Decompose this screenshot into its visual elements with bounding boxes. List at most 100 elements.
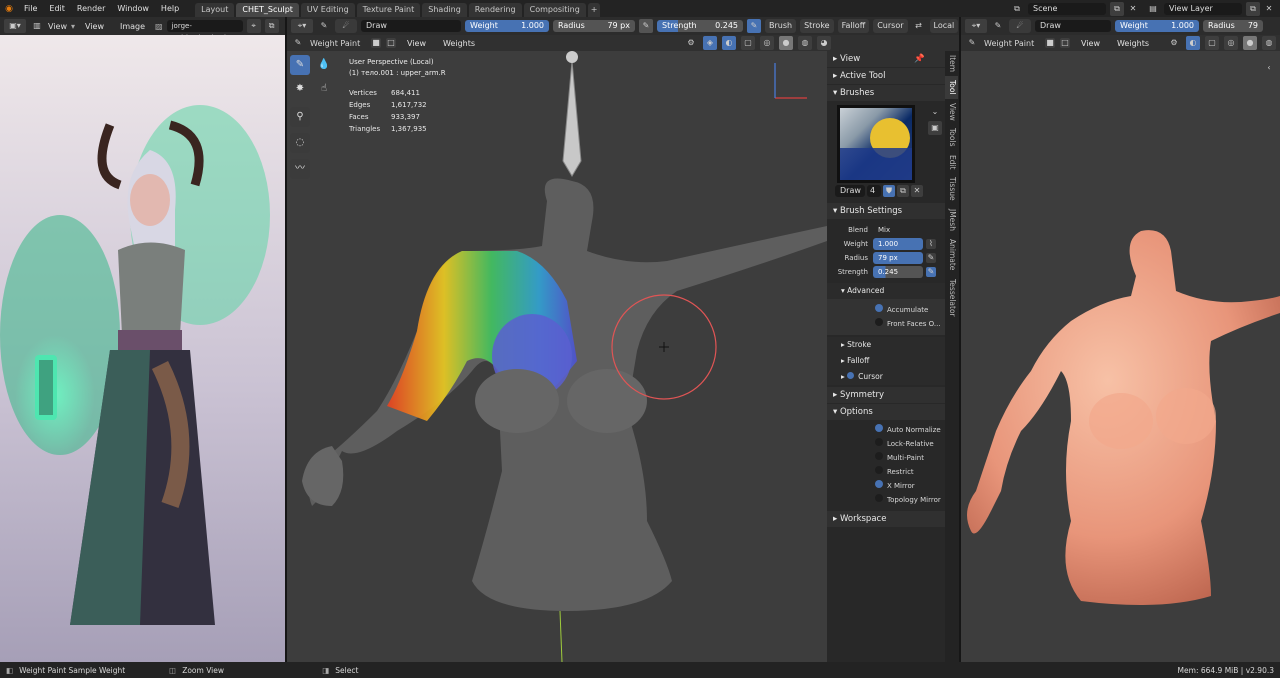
brush-image-icon[interactable]: ▣ <box>928 121 942 135</box>
topology-mirror-checkbox[interactable]: Topology Mirror <box>875 493 945 507</box>
view-layer-field[interactable]: View Layer <box>1164 2 1242 15</box>
menu-view-right[interactable]: View <box>1075 35 1106 52</box>
menu-weights-right[interactable]: Weights <box>1111 35 1155 52</box>
sidebar-radius-slider[interactable]: 79 px <box>873 252 923 264</box>
brush-tool-icon-right[interactable]: ✎ <box>991 19 1005 33</box>
menu-window[interactable]: Window <box>111 0 155 17</box>
shading-wire-icon-right[interactable]: ◎ <box>1224 36 1238 50</box>
panel-active-tool[interactable]: ▸ Active Tool <box>827 68 945 84</box>
menu-view[interactable]: View <box>79 18 110 35</box>
menu-help[interactable]: Help <box>155 0 185 17</box>
gizmo-visibility-icon[interactable]: ⚙ <box>684 36 698 50</box>
overlay-icon[interactable]: ◐ <box>722 36 736 50</box>
mode-dropdown-right[interactable]: Weight Paint <box>984 39 1040 48</box>
sidebar-weight-slider[interactable]: 1.000 <box>873 238 923 250</box>
view-layer-icon[interactable]: ▤ <box>1146 2 1160 16</box>
strength-pressure-icon[interactable]: ✎ <box>747 19 761 33</box>
weight-slider-right[interactable]: Weight 1.000 <box>1115 20 1199 32</box>
editor-type-icon-3d[interactable]: ⌖▾ <box>291 19 313 33</box>
panel-cursor[interactable]: ▸ Cursor <box>827 369 945 385</box>
shading-solid-icon-right[interactable]: ● <box>1243 36 1257 50</box>
tab-animate[interactable]: Animate <box>945 235 958 274</box>
tab-tissue[interactable]: Tissue <box>945 173 958 205</box>
scene-icon[interactable]: ⧉ <box>1010 2 1024 16</box>
delete-view-layer-icon[interactable]: ✕ <box>1262 2 1276 16</box>
tab-uv-editing[interactable]: UV Editing <box>300 2 355 17</box>
tab-chet-sculpt[interactable]: CHET_Sculpt <box>236 2 299 17</box>
reference-image[interactable] <box>0 35 285 662</box>
auto-normalize-checkbox[interactable]: Auto Normalize <box>875 423 945 437</box>
editor-type-icon[interactable]: ▣▾ <box>4 19 26 33</box>
menu-edit[interactable]: Edit <box>43 0 71 17</box>
brush-name-field[interactable]: Draw <box>361 20 461 32</box>
tab-jmesh[interactable]: JMesh <box>945 205 958 235</box>
fake-user-icon[interactable]: ⛊ <box>883 185 895 197</box>
menu-render[interactable]: Render <box>71 0 111 17</box>
orientation-dropdown[interactable]: Local <box>929 19 959 33</box>
tab-rendering[interactable]: Rendering <box>468 2 522 17</box>
blend-dropdown[interactable]: Mix <box>873 224 937 236</box>
right-3d-viewport[interactable]: ‹ <box>961 51 1280 662</box>
tab-texture-paint[interactable]: Texture Paint <box>356 2 421 17</box>
annotate-tool-icon[interactable]: 〰 <box>290 159 310 179</box>
panel-advanced[interactable]: ▾ Advanced <box>827 283 945 299</box>
falloff-menu[interactable]: Falloff <box>837 19 870 33</box>
stroke-menu[interactable]: Stroke <box>800 19 834 33</box>
unlink-brush-icon[interactable]: ✕ <box>911 185 923 197</box>
brush-icon-button-right[interactable]: ☄ <box>1009 19 1031 33</box>
image-name-field[interactable]: jorge-rodri...cheaker.jpg <box>166 20 243 42</box>
blender-logo-icon[interactable]: ◉ <box>0 4 18 14</box>
new-image-icon[interactable]: ⧉ <box>264 19 279 33</box>
front-faces-checkbox[interactable]: Front Faces O... <box>875 317 945 331</box>
cursor-menu[interactable]: Cursor <box>873 19 908 33</box>
average-tool-icon[interactable]: ✸ <box>290 79 310 99</box>
strength-slider[interactable]: Strength 0.245 <box>657 20 743 32</box>
brush-name-field-right[interactable]: Draw <box>1035 20 1111 32</box>
tab-shading[interactable]: Shading <box>422 2 467 17</box>
brush-icon-button[interactable]: ☄ <box>335 19 357 33</box>
shading-material-icon[interactable]: ◍ <box>798 36 812 50</box>
draw-tool-icon[interactable]: ✎ <box>290 55 310 75</box>
blur-tool-icon[interactable]: 💧 <box>314 55 334 75</box>
brush-preview[interactable] <box>837 105 915 183</box>
pin-icon[interactable]: 📌 <box>914 51 925 67</box>
tab-tesselator[interactable]: Tesselator <box>945 275 958 321</box>
brush-tool-icon[interactable]: ✎ <box>317 19 331 33</box>
tab-tool[interactable]: Tool <box>945 76 958 99</box>
sidebar-strength-slider[interactable]: 0.245 <box>873 266 923 278</box>
mode-icon-right[interactable]: ✎ <box>965 36 979 50</box>
vertex-select-icon-right[interactable]: □ <box>1060 38 1070 48</box>
tab-item[interactable]: Item <box>945 51 958 76</box>
brush-name-input[interactable]: Draw <box>835 185 865 197</box>
radius-slider[interactable]: Radius 79 px <box>553 20 635 32</box>
editor-type-icon-right[interactable]: ⌖▾ <box>965 19 987 33</box>
panel-brush-settings[interactable]: ▾ Brush Settings <box>827 203 945 219</box>
overlay-icon-right[interactable]: ◐ <box>1186 36 1200 50</box>
shading-solid-icon[interactable]: ● <box>779 36 793 50</box>
tab-compositing[interactable]: Compositing <box>523 2 586 17</box>
mode-dropdown[interactable]: Weight Paint <box>310 39 366 48</box>
multi-paint-checkbox[interactable]: Multi-Paint <box>875 451 945 465</box>
shading-rendered-icon[interactable]: ◕ <box>817 36 831 50</box>
tab-layout[interactable]: Layout <box>195 2 235 17</box>
radius-pressure-toggle-icon[interactable]: ✎ <box>926 253 936 263</box>
weight-slider[interactable]: Weight 1.000 <box>465 20 549 32</box>
menu-image[interactable]: Image <box>114 18 151 35</box>
mask-toggle-icon[interactable]: ■ <box>371 38 381 48</box>
panel-workspace[interactable]: ▸ Workspace <box>827 511 945 527</box>
xray-icon-right[interactable]: ▢ <box>1205 36 1219 50</box>
weight-pressure-icon[interactable]: ⌇ <box>926 239 936 249</box>
panel-view[interactable]: ▸ View 📌 <box>827 51 945 67</box>
radius-pressure-icon[interactable]: ✎ <box>639 19 653 33</box>
panel-symmetry[interactable]: ▸ Symmetry <box>827 387 945 403</box>
menu-file[interactable]: File <box>18 0 43 17</box>
select-circle-tool-icon[interactable]: ◌ <box>290 133 310 153</box>
menu-weights[interactable]: Weights <box>437 35 481 52</box>
panel-stroke[interactable]: ▸ Stroke <box>827 337 945 353</box>
brush-list-chevron-icon[interactable]: ⌄ <box>928 105 942 119</box>
delete-scene-icon[interactable]: ✕ <box>1126 2 1140 16</box>
3d-viewport[interactable]: ✎ 💧 ✸ ☝ ⚲ ◌ 〰 User Perspective (Local) (… <box>287 51 827 662</box>
transform-orientation-icon[interactable]: ⇄ <box>912 19 926 33</box>
gizmo-icon-right[interactable]: ⚙ <box>1167 36 1181 50</box>
tab-tools[interactable]: Tools <box>945 124 958 150</box>
